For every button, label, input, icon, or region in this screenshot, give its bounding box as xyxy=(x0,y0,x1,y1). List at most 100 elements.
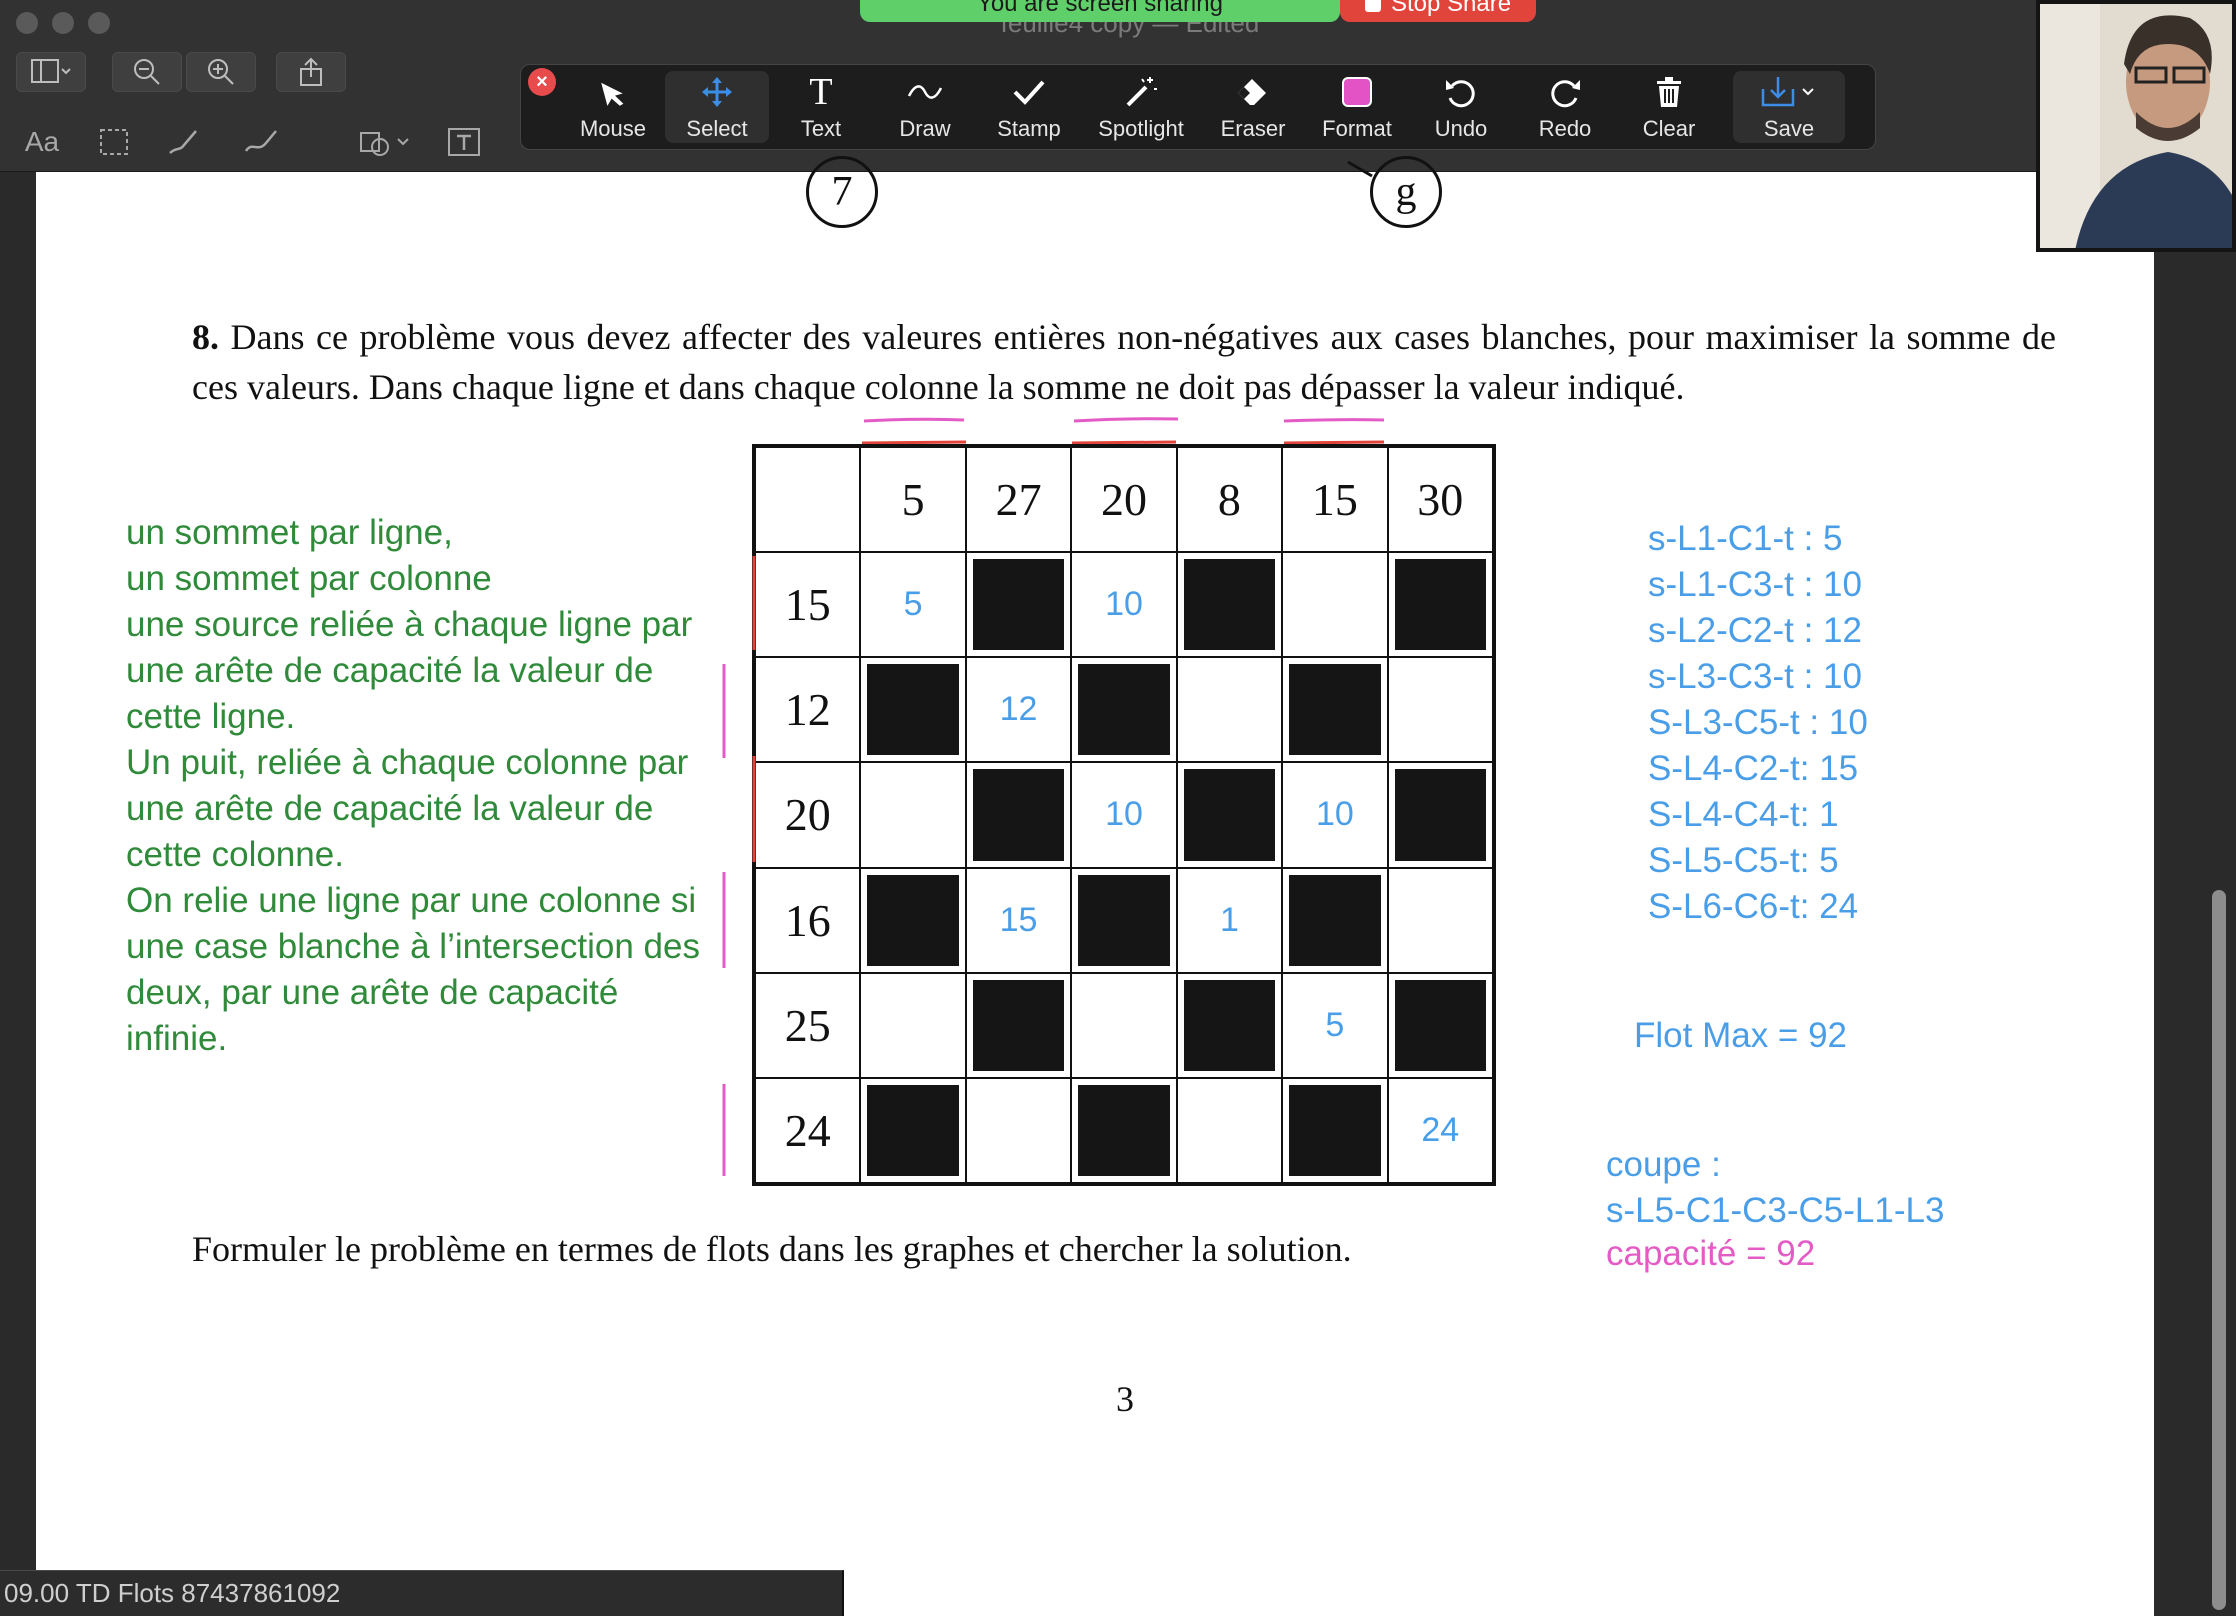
tool-clear[interactable]: Clear xyxy=(1617,65,1721,149)
row-header-cell: 25 xyxy=(755,972,861,1078)
stop-share-label: Stop Share xyxy=(1390,0,1512,17)
text-box-icon[interactable] xyxy=(444,122,484,162)
cell-value: 10 xyxy=(1315,795,1354,834)
black-cell xyxy=(1387,552,1493,658)
download-icon xyxy=(1759,72,1819,112)
black-square xyxy=(1394,559,1486,651)
column-header-cell: 8 xyxy=(1176,447,1283,553)
redo-icon xyxy=(1548,72,1582,112)
presenter-avatar xyxy=(2040,4,2232,248)
black-cell xyxy=(1176,972,1283,1078)
column-header-cell: 30 xyxy=(1387,447,1493,553)
tool-format[interactable]: Format xyxy=(1305,65,1409,149)
black-square xyxy=(1078,664,1170,756)
white-cell xyxy=(1176,657,1283,763)
text-style-icon[interactable]: Aa xyxy=(16,122,68,162)
black-cell xyxy=(1282,1077,1388,1183)
green-note-line: une source reliée à chaque ligne par xyxy=(126,605,693,644)
webcam-video[interactable] xyxy=(2036,0,2236,252)
green-note-line: une arête de capacité la valeur de xyxy=(126,651,654,690)
black-cell xyxy=(1071,1077,1177,1183)
cell-value: 1 xyxy=(1219,900,1239,939)
sidebar-toggle-button[interactable] xyxy=(16,52,86,92)
grid-corner-cell xyxy=(755,447,861,553)
row-header-cell: 15 xyxy=(755,552,861,658)
sketch-icon[interactable] xyxy=(162,122,206,162)
flow-path-line: S-L3-C5-t : 10 xyxy=(1648,703,1868,742)
row-header-cell: 12 xyxy=(755,657,861,763)
tool-spotlight-label: Spotlight xyxy=(1098,116,1184,141)
rect-selection-icon[interactable] xyxy=(94,122,134,162)
checkmark-icon xyxy=(1012,72,1046,112)
text-t-icon: T xyxy=(809,71,833,113)
tool-clear-label: Clear xyxy=(1642,116,1696,141)
black-cell xyxy=(1387,972,1493,1078)
white-cell: 10 xyxy=(1071,762,1177,868)
screen-sharing-banner: You are screen sharing xyxy=(860,0,1340,22)
share-button[interactable] xyxy=(276,52,346,92)
tool-mouse-label: Mouse xyxy=(579,116,647,141)
tool-mouse[interactable]: Mouse xyxy=(561,65,665,149)
close-annotation-icon[interactable]: × xyxy=(528,68,556,96)
white-cell: 24 xyxy=(1387,1077,1493,1183)
black-square xyxy=(1183,769,1276,861)
tool-undo-label: Undo xyxy=(1434,116,1488,141)
meeting-window-bar[interactable]: 09.00 TD Flots 87437861092 xyxy=(0,1570,844,1616)
zoom-window-button[interactable] xyxy=(88,12,110,34)
tool-eraser[interactable]: Eraser xyxy=(1201,65,1305,149)
black-square xyxy=(972,979,1065,1071)
meeting-title: 09.00 TD Flots 87437861092 xyxy=(4,1578,341,1608)
zoom-in-button[interactable] xyxy=(186,52,256,92)
green-note-line: un sommet par ligne, xyxy=(126,513,453,552)
column-header-cell: 20 xyxy=(1071,447,1177,553)
flow-path-line: S-L5-C5-t: 5 xyxy=(1648,841,1839,880)
tool-draw[interactable]: Draw xyxy=(873,65,977,149)
draw-icon[interactable] xyxy=(238,122,286,162)
tool-text-label: Text xyxy=(800,116,842,141)
close-window-button[interactable] xyxy=(16,12,38,34)
problem-instruction: Formuler le problème en termes de flots … xyxy=(192,1229,1352,1269)
green-note-line: une arête de capacité la valeur de xyxy=(126,789,654,828)
tool-select[interactable]: Select xyxy=(665,71,769,143)
annotation-toolbar: Mouse Select T Text Draw Stamp Spotlight… xyxy=(520,64,1876,150)
tool-spotlight[interactable]: Spotlight xyxy=(1081,65,1201,149)
flow-path-line: s-L1-C3-t : 10 xyxy=(1648,565,1862,604)
undo-icon xyxy=(1444,72,1478,112)
black-square xyxy=(1289,1084,1381,1176)
tool-text[interactable]: T Text xyxy=(769,65,873,149)
column-header-cell: 15 xyxy=(1282,447,1388,553)
cut-path: s-L5-C1-C3-C5-L1-L3 xyxy=(1606,1191,1945,1230)
squiggle-icon xyxy=(907,72,943,112)
cut-capacity-note: capacité = 92 xyxy=(1606,1234,1816,1273)
black-square xyxy=(867,1084,959,1176)
white-cell xyxy=(860,972,966,1078)
green-annotation-notes: un sommet par ligne, un sommet par colonn… xyxy=(126,510,726,1062)
tool-stamp[interactable]: Stamp xyxy=(977,65,1081,149)
tool-redo-label: Redo xyxy=(1538,116,1592,141)
minimize-window-button[interactable] xyxy=(52,12,74,34)
tool-undo[interactable]: Undo xyxy=(1409,65,1513,149)
green-note-line: un sommet par colonne xyxy=(126,559,492,598)
white-cell: 10 xyxy=(1282,762,1388,868)
stop-share-button[interactable]: Stop Share xyxy=(1340,0,1536,22)
black-square xyxy=(1183,979,1276,1071)
wand-icon xyxy=(1124,72,1158,112)
tool-format-label: Format xyxy=(1322,116,1392,141)
flot-max-note: Flot Max = 92 xyxy=(1634,1016,1848,1055)
tool-save[interactable]: Save xyxy=(1733,71,1845,143)
problem-text: Dans ce problème vous devez affecter des… xyxy=(192,317,2057,407)
zoom-out-icon xyxy=(134,59,160,85)
white-cell: 1 xyxy=(1176,867,1283,973)
graph-node-g: g xyxy=(1370,156,1442,228)
black-cell xyxy=(860,867,966,973)
vertical-scrollbar[interactable] xyxy=(2212,890,2226,1610)
white-cell xyxy=(860,762,966,868)
flow-paths-list: s-L1-C1-t : 5 s-L1-C3-t : 10 s-L2-C2-t : 1… xyxy=(1648,516,1868,930)
black-cell xyxy=(1071,867,1177,973)
tool-redo[interactable]: Redo xyxy=(1513,65,1617,149)
cell-value: 5 xyxy=(1325,1005,1345,1044)
zoom-out-button[interactable] xyxy=(112,52,182,92)
black-square xyxy=(1289,874,1381,966)
move-arrows-icon xyxy=(700,72,734,112)
shapes-icon[interactable] xyxy=(354,122,418,162)
